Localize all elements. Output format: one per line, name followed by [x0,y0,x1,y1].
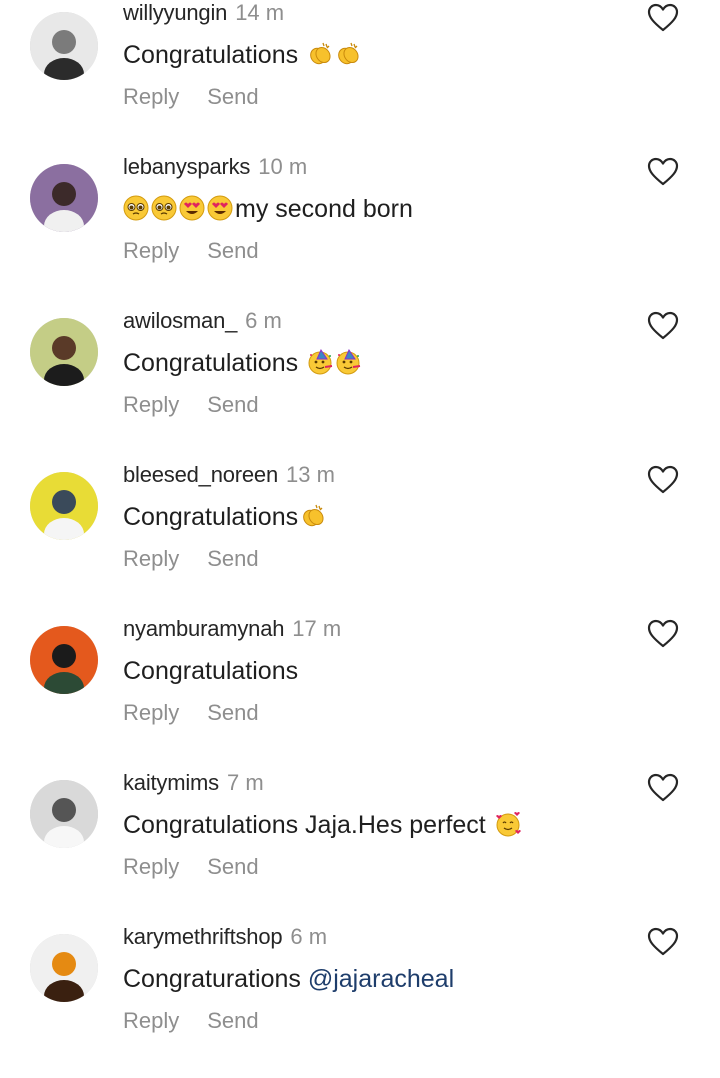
reply-button[interactable]: Reply [123,546,179,571]
comment-body: Congratulations Jaja.Hes perfect [123,811,493,839]
username[interactable]: awilosman_ [123,308,237,333]
comment-text: Congratulations [123,656,298,686]
send-button[interactable]: Send [207,546,258,571]
comment-header: awilosman_ 6 m [123,308,282,334]
party-face-icon [307,349,333,375]
comment-actions: Reply Send [123,546,259,572]
send-button[interactable]: Send [207,1008,258,1033]
like-heart-icon[interactable] [647,3,679,33]
comment-header: kaitymims 7 m [123,770,264,796]
comment-text: my second born [123,194,413,224]
comment-header: lebanysparks 10 m [123,154,307,180]
like-heart-icon[interactable] [647,311,679,341]
like-heart-icon[interactable] [647,465,679,495]
avatar[interactable] [30,934,98,1002]
username[interactable]: karymethriftshop [123,924,283,949]
timestamp: 17 m [292,616,342,641]
reply-button[interactable]: Reply [123,1008,179,1033]
comment-item: nyamburamynah 17 m Congratulations Reply Sen… [0,616,720,770]
comment-header: karymethriftshop 6 m [123,924,327,950]
reply-button[interactable]: Reply [123,84,179,109]
timestamp: 14 m [235,0,285,25]
send-button[interactable]: Send [207,854,258,879]
comment-item: bleesed_noreen 13 m Congratulations Reply Se… [0,462,720,616]
comment-actions: Reply Send [123,854,259,880]
like-heart-icon[interactable] [647,773,679,803]
comment-actions: Reply Send [123,1008,259,1034]
username[interactable]: lebanysparks [123,154,250,179]
comment-item: willyyungin 14 m Congratulations Reply Send [0,0,720,154]
username[interactable]: nyamburamynah [123,616,284,641]
comment-item: karymethriftshop 6 m Congraturations @jaja… [0,924,720,1078]
comment-actions: Reply Send [123,392,259,418]
comment-text: Congraturations @jajaracheal [123,964,454,994]
reply-button[interactable]: Reply [123,700,179,725]
avatar[interactable] [30,318,98,386]
comment-header: willyyungin 14 m [123,0,284,26]
comment-text: Congratulations [123,502,326,532]
reply-button[interactable]: Reply [123,392,179,417]
pleading-face-icon [123,195,149,221]
reply-button[interactable]: Reply [123,854,179,879]
party-face-icon [335,349,361,375]
heart-eyes-icon [207,195,233,221]
comment-header: bleesed_noreen 13 m [123,462,335,488]
pleading-face-icon [151,195,177,221]
comment-item: awilosman_ 6 m Congratulations Reply Send [0,308,720,462]
comment-text: Congratulations Jaja.Hes perfect [123,810,521,840]
send-button[interactable]: Send [207,392,258,417]
clap-icon [335,41,361,67]
comment-body: Congratulations [123,41,306,69]
send-button[interactable]: Send [207,84,258,109]
timestamp: 7 m [226,770,264,795]
comment-body: Congratulations [123,503,299,531]
username[interactable]: kaitymims [123,770,219,795]
avatar[interactable] [30,626,98,694]
avatar[interactable] [30,164,98,232]
reply-button[interactable]: Reply [123,238,179,263]
comment-item: kaitymims 7 m Congratulations Jaja.Hes per… [0,770,720,924]
comment-actions: Reply Send [123,238,259,264]
comment-actions: Reply Send [123,700,259,726]
timestamp: 6 m [245,308,282,333]
comment-actions: Reply Send [123,84,259,110]
like-heart-icon[interactable] [647,927,679,957]
comment-text: Congratulations [123,40,361,70]
comment-item: lebanysparks 10 m my second born Reply Send [0,154,720,308]
send-button[interactable]: Send [207,700,258,725]
timestamp: 10 m [258,154,308,179]
avatar[interactable] [30,472,98,540]
comment-body: Congraturations [123,965,308,993]
like-heart-icon[interactable] [647,157,679,187]
comment-text: Congratulations [123,348,361,378]
username[interactable]: willyyungin [123,0,227,25]
mention-link[interactable]: @jajaracheal [308,965,454,993]
comment-body: Congratulations [123,657,299,685]
heart-eyes-icon [179,195,205,221]
comment-body: my second born [235,195,413,223]
like-heart-icon[interactable] [647,619,679,649]
timestamp: 13 m [286,462,335,487]
avatar[interactable] [30,12,98,80]
smiling-hearts-icon [495,811,521,837]
comment-body: Congratulations [123,349,306,377]
avatar[interactable] [30,780,98,848]
send-button[interactable]: Send [207,238,258,263]
clap-icon [300,503,326,529]
timestamp: 6 m [290,924,328,949]
comment-header: nyamburamynah 17 m [123,616,341,642]
username[interactable]: bleesed_noreen [123,462,278,487]
clap-icon [307,41,333,67]
